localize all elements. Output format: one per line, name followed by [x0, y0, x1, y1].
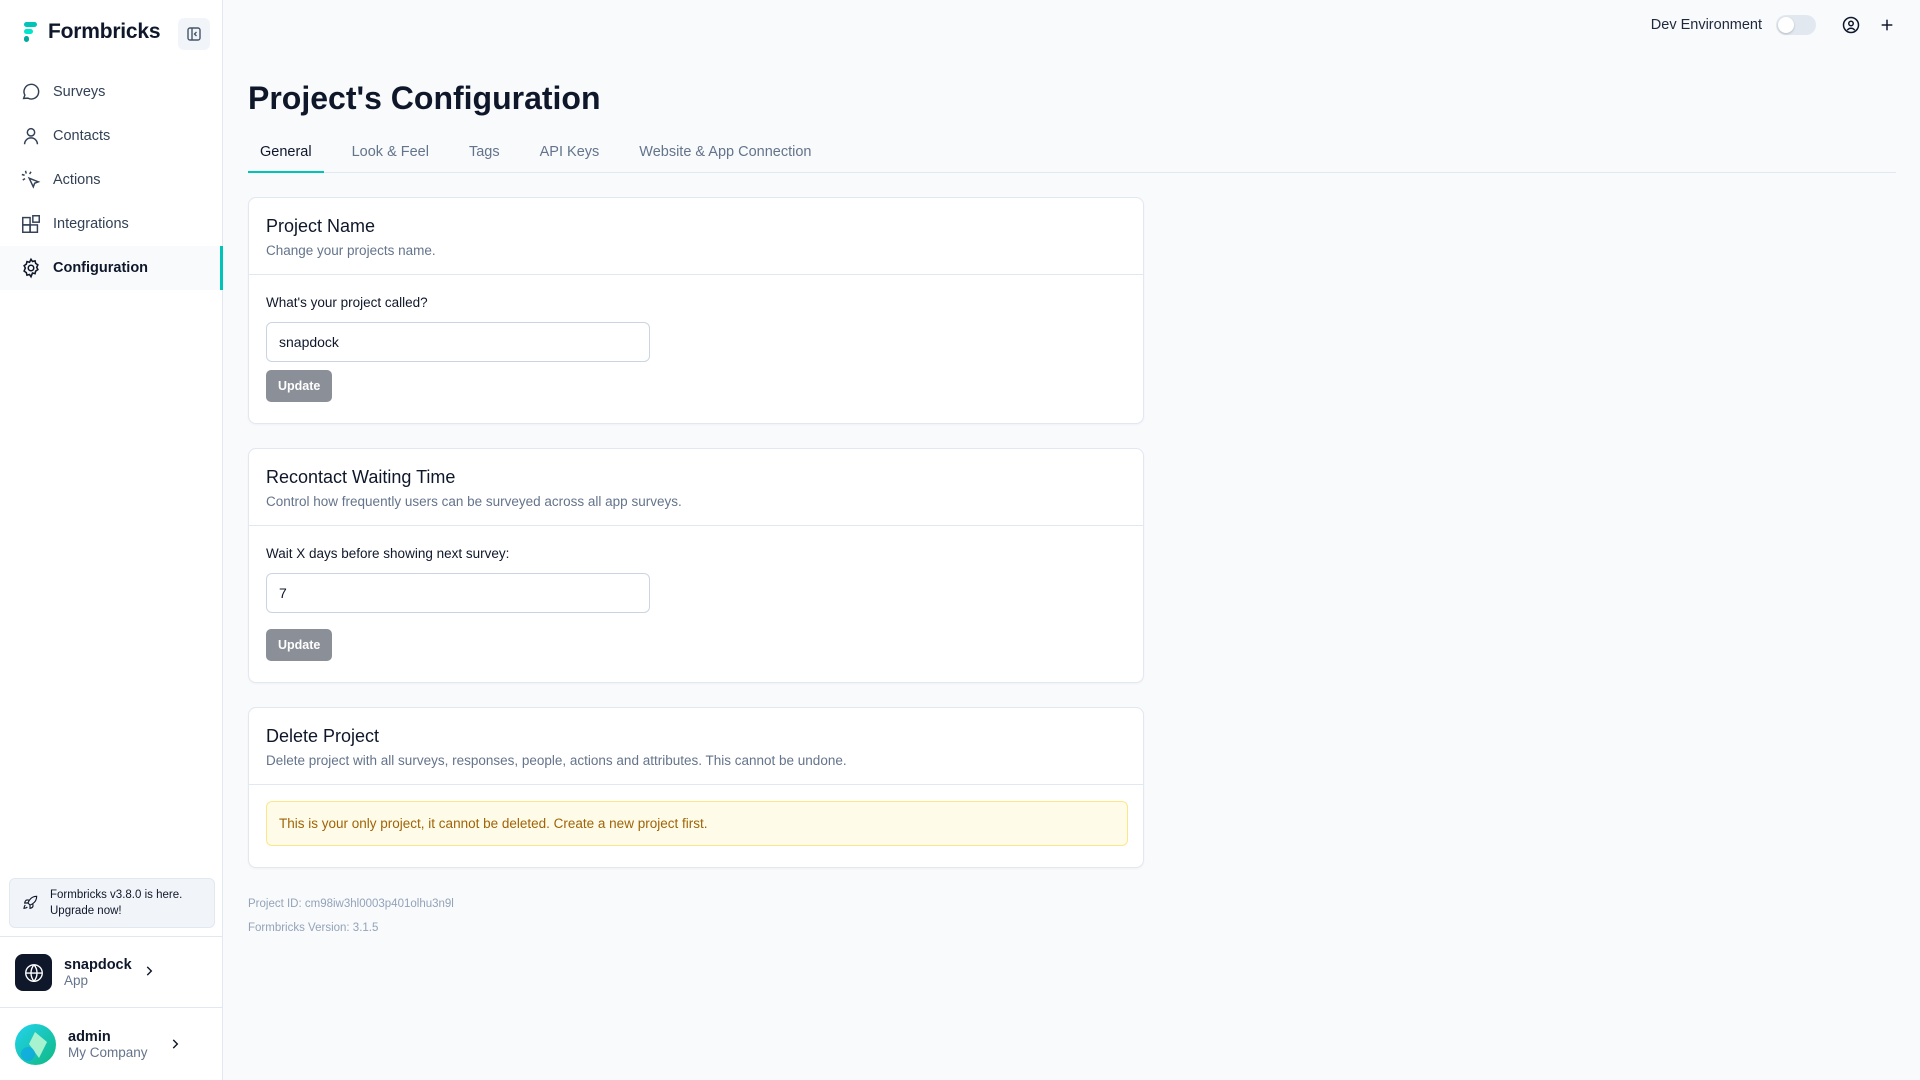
- recontact-days-label: Wait X days before showing next survey:: [266, 546, 510, 561]
- blocks-icon: [22, 215, 40, 233]
- card-body: This is your only project, it cannot be …: [249, 785, 1143, 863]
- upgrade-banner[interactable]: Formbricks v3.8.0 is here. Upgrade now!: [9, 878, 215, 928]
- project-name: snapdock: [64, 957, 132, 973]
- card-title: Delete Project: [266, 726, 380, 746]
- circle-user-icon[interactable]: [1840, 14, 1862, 36]
- chevron-right-icon[interactable]: [168, 1037, 182, 1051]
- project-id: Project ID: cm98iw3hl0003p401olhu3n9l: [248, 898, 454, 910]
- formbricks-logo-icon: [24, 22, 38, 42]
- sidebar-item-label: Contacts: [53, 128, 111, 144]
- sidebar-item-surveys[interactable]: Surveys: [0, 70, 223, 114]
- tab-api-keys[interactable]: API Keys: [528, 138, 612, 173]
- project-name-label: What's your project called?: [266, 295, 428, 310]
- card-description: Delete project with all surveys, respons…: [266, 753, 847, 768]
- sidebar-item-label: Actions: [53, 172, 101, 188]
- brand[interactable]: Formbricks: [24, 20, 161, 44]
- avatar: [15, 1024, 56, 1065]
- tab-look-and-feel[interactable]: Look & Feel: [340, 138, 441, 173]
- sidebar-item-label: Configuration: [53, 260, 149, 276]
- divider: [0, 936, 223, 937]
- card-body: Wait X days before showing next survey: …: [249, 526, 1143, 678]
- pointer-click-icon: [21, 170, 41, 189]
- sidebar-item-actions[interactable]: Actions: [0, 158, 223, 202]
- card-title: Recontact Waiting Time: [266, 467, 456, 487]
- upgrade-text: Formbricks v3.8.0 is here. Upgrade now!: [50, 888, 183, 917]
- formbricks-version: Formbricks Version: 3.1.5: [248, 922, 379, 934]
- user-icon: [23, 127, 39, 145]
- sidebar-item-configuration[interactable]: Configuration: [0, 246, 223, 290]
- recontact-days-input[interactable]: [266, 573, 650, 613]
- divider: [0, 1007, 223, 1008]
- card-title: Project Name: [266, 216, 376, 236]
- update-project-name-button[interactable]: Update: [266, 370, 333, 402]
- message-circle-icon: [22, 83, 40, 100]
- card-header: Delete Project Delete project with all s…: [249, 708, 1143, 785]
- delete-project-card: Delete Project Delete project with all s…: [248, 707, 1144, 868]
- project-avatar: [15, 954, 52, 991]
- dev-environment-toggle[interactable]: [1776, 15, 1816, 35]
- settings-tabs: General Look & Feel Tags API Keys Websit…: [248, 138, 1896, 173]
- card-description: Control how frequently users can be surv…: [266, 494, 682, 509]
- chevron-right-icon[interactable]: [142, 964, 156, 978]
- card-header: Recontact Waiting Time Control how frequ…: [249, 449, 1143, 526]
- sidebar-item-label: Integrations: [53, 216, 129, 232]
- card-header: Project Name Change your projects name.: [249, 198, 1143, 275]
- user-company: My Company: [68, 1045, 148, 1060]
- project-name-input[interactable]: [266, 322, 650, 362]
- only-project-alert: This is your only project, it cannot be …: [266, 801, 1128, 846]
- tab-tags[interactable]: Tags: [457, 138, 512, 173]
- sidebar-item-label: Surveys: [53, 84, 106, 100]
- sidebar-item-integrations[interactable]: Integrations: [0, 202, 223, 246]
- rocket-icon: [23, 895, 38, 910]
- user-menu[interactable]: admin My Company: [15, 1024, 148, 1065]
- dev-environment-label: Dev Environment: [1650, 17, 1762, 33]
- user-name: admin: [68, 1029, 111, 1045]
- sidebar-nav: Surveys Contacts Actions Integrations Co…: [0, 70, 223, 290]
- page-title: Project's Configuration: [248, 80, 601, 116]
- sidebar: Formbricks Surveys Contacts Actions Inte…: [0, 0, 223, 1080]
- sidebar-item-contacts[interactable]: Contacts: [0, 114, 223, 158]
- gear-icon: [23, 257, 39, 279]
- brand-name: Formbricks: [48, 20, 161, 43]
- update-recontact-button[interactable]: Update: [266, 629, 333, 661]
- project-switcher[interactable]: snapdock App: [15, 954, 132, 991]
- toggle-knob: [1778, 17, 1794, 33]
- card-description: Change your projects name.: [266, 243, 436, 258]
- card-body: What's your project called? Update: [249, 275, 1143, 419]
- recontact-waiting-time-card: Recontact Waiting Time Control how frequ…: [248, 448, 1144, 683]
- tab-website-app-connection[interactable]: Website & App Connection: [627, 138, 823, 173]
- panel-left-icon: [187, 27, 201, 41]
- project-type: App: [64, 973, 89, 988]
- project-name-card: Project Name Change your projects name. …: [248, 197, 1144, 424]
- tab-general[interactable]: General: [248, 138, 324, 173]
- globe-icon: [24, 963, 43, 982]
- plus-icon[interactable]: [1876, 14, 1898, 36]
- collapse-sidebar-button[interactable]: [178, 18, 210, 50]
- topbar: Dev Environment: [1651, 14, 1898, 36]
